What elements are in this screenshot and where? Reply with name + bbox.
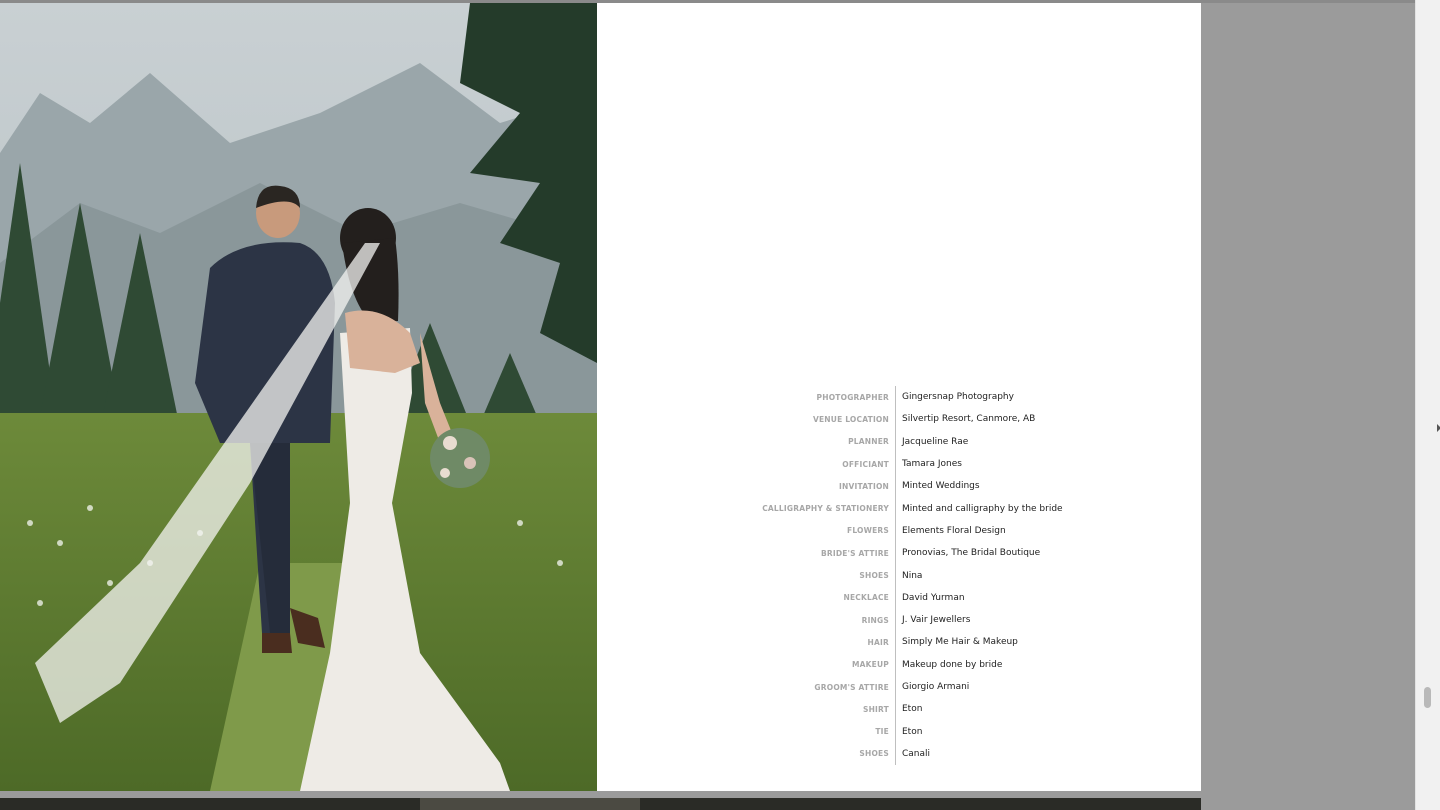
credit-label: OFFICIANT — [842, 459, 889, 469]
credit-row: HAIR Simply Me Hair & Makeup — [700, 631, 1160, 654]
page-scrollbar[interactable] — [1415, 0, 1440, 810]
credit-label: NECKLACE — [843, 593, 889, 603]
credit-value: Nina — [895, 564, 922, 587]
credit-value: Eton — [895, 698, 922, 721]
credit-label: SHOES — [859, 749, 889, 759]
credit-row: BRIDE'S ATTIRE Pronovias, The Bridal Bout… — [700, 542, 1160, 565]
credit-value: Canali — [895, 742, 930, 766]
credit-label: SHOES — [859, 571, 889, 581]
credit-label: BRIDE'S ATTIRE — [820, 548, 889, 558]
credit-row: MAKEUP Makeup done by bride — [700, 653, 1160, 676]
credit-value: Simply Me Hair & Makeup — [895, 631, 1018, 654]
credit-value: Pronovias, The Bridal Boutique — [895, 542, 1040, 565]
credit-row: FLOWERS Elements Floral Design — [700, 519, 1160, 543]
credit-value: Silvertip Resort, Canmore, AB — [895, 408, 1035, 431]
scrollbar-thumb[interactable] — [1424, 687, 1431, 708]
vendor-credits: PHOTOGRAPHER Gingersnap Photography VENUE … — [700, 386, 1160, 766]
credit-value: Minted Weddings — [895, 475, 980, 498]
next-page-preview — [0, 798, 1201, 810]
credit-label: MAKEUP — [852, 660, 889, 670]
credit-label: FLOWERS — [847, 526, 889, 536]
wedding-photo — [0, 3, 597, 791]
credit-row: RINGS J. Vair Jewellers — [700, 608, 1160, 632]
credit-label: CALLIGRAPHY & STATIONERY — [762, 504, 889, 514]
credit-value: Eton — [895, 720, 922, 743]
credit-row: NECKLACE David Yurman — [700, 586, 1160, 609]
credit-row: PHOTOGRAPHER Gingersnap Photography — [700, 386, 1160, 409]
credit-value: Gingersnap Photography — [895, 386, 1014, 409]
credit-row: PLANNER Jacqueline Rae — [700, 430, 1160, 453]
credit-row: GROOM'S ATTIRE Giorgio Armani — [700, 675, 1160, 699]
credit-label: PLANNER — [848, 437, 889, 447]
credit-label: VENUE LOCATION — [812, 414, 889, 424]
credit-row: INVITATION Minted Weddings — [700, 475, 1160, 498]
credit-value: Tamara Jones — [895, 452, 962, 476]
credit-row: SHOES Nina — [700, 564, 1160, 587]
credit-row: VENUE LOCATION Silvertip Resort, Canmore,… — [700, 408, 1160, 431]
credit-label: PHOTOGRAPHER — [816, 392, 889, 402]
credit-label: SHIRT — [862, 704, 889, 714]
credit-label: HAIR — [867, 637, 889, 647]
credit-row: OFFICIANT Tamara Jones — [700, 452, 1160, 476]
magazine-spread: PHOTOGRAPHER Gingersnap Photography VENUE … — [0, 3, 1201, 791]
credit-row: SHIRT Eton — [700, 698, 1160, 721]
credit-row: TIE Eton — [700, 720, 1160, 743]
credit-value: Jacqueline Rae — [895, 430, 968, 453]
credit-value: Makeup done by bride — [895, 653, 1002, 676]
credit-value: J. Vair Jewellers — [895, 608, 970, 632]
credit-value: Elements Floral Design — [895, 519, 1006, 543]
credit-value: Giorgio Armani — [895, 675, 969, 699]
credit-row: CALLIGRAPHY & STATIONERY Minted and calli… — [700, 497, 1160, 520]
preview-shade — [420, 798, 640, 810]
credit-label: RINGS — [861, 615, 889, 625]
credit-row: SHOES Canali — [700, 742, 1160, 766]
credit-label: TIE — [875, 727, 889, 737]
credit-value: Minted and calligraphy by the bride — [895, 497, 1063, 520]
credit-label: GROOM'S ATTIRE — [814, 682, 889, 692]
credit-value: David Yurman — [895, 586, 965, 609]
credit-label: INVITATION — [839, 481, 889, 491]
